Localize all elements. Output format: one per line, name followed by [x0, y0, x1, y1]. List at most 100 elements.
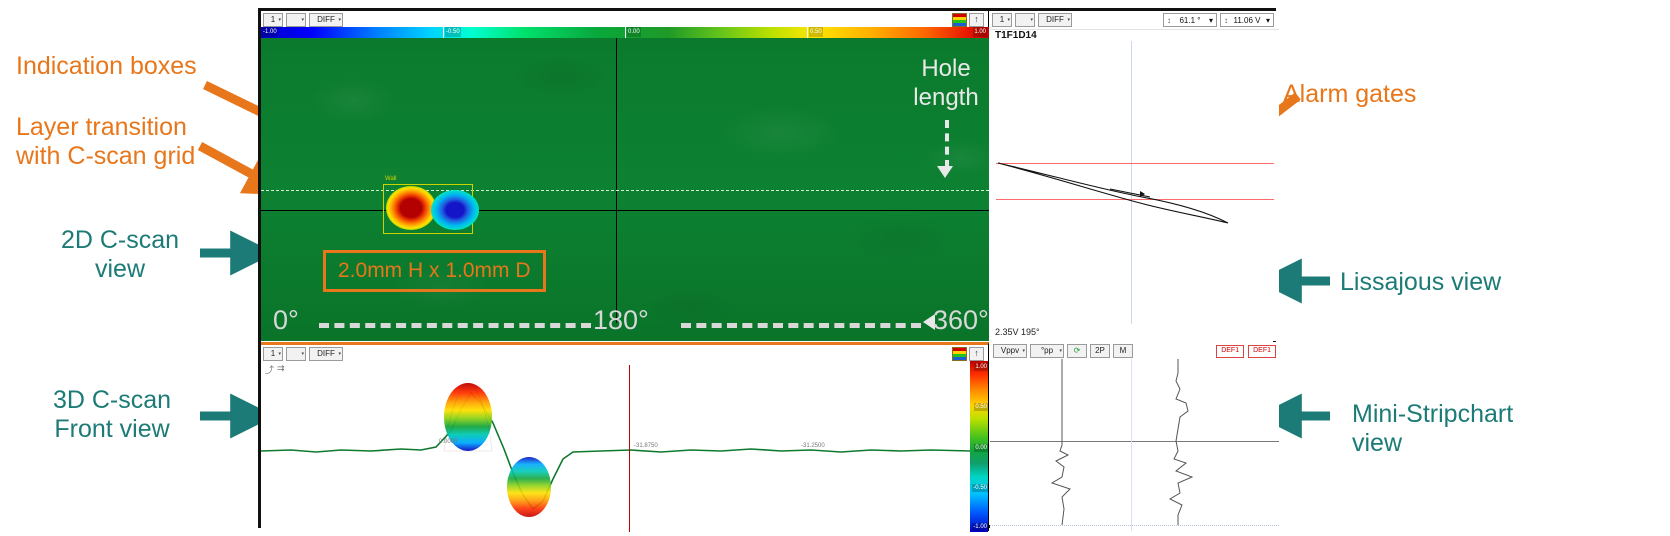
- chevron-down-icon: ▾: [278, 351, 281, 357]
- cscan3d-scale-mid: 0.00: [974, 444, 988, 452]
- cscan2d-mode-select[interactable]: DIFF ▾: [309, 13, 343, 27]
- cscan2d-channel-select[interactable]: 1 ▾: [263, 13, 283, 27]
- colorbar-tick: [807, 27, 808, 38]
- axis-label-end: 360°: [933, 305, 989, 335]
- layer-transition-line: [261, 190, 989, 191]
- cscan3d-scale-max: 1.00: [974, 363, 988, 371]
- cursor-vertical[interactable]: [616, 38, 617, 323]
- colorbar-label-max: 1.00: [973, 27, 987, 37]
- annotation-stripchart-view: Mini-Stripchart view: [1352, 400, 1514, 457]
- colorbar-tick: [625, 27, 626, 38]
- annotation-lissajous-view: Lissajous view: [1340, 268, 1502, 296]
- defect-badge-1[interactable]: DEF1: [1216, 344, 1245, 358]
- annotation-3d-cscan-view: 3D C-scan Front view: [52, 386, 172, 443]
- cscan2d-channel-label: 1: [270, 15, 276, 24]
- chevron-down-icon: ▾: [338, 351, 341, 357]
- chevron-down-icon: ▾: [1067, 17, 1070, 23]
- panel-2d-cscan: 1 ▾ ▾ DIFF ▾ ↑ -1.00 -0.50 0.00 0.50 1.00: [261, 11, 989, 341]
- lissajous-secondary-select[interactable]: ▾: [1015, 13, 1035, 27]
- lissajous-plot[interactable]: [990, 41, 1279, 324]
- cscan2d-secondary-select[interactable]: ▾: [286, 13, 306, 27]
- hole-length-arrow-head: [937, 166, 953, 178]
- lissajous-channel-id: T1F1D14: [995, 30, 1037, 41]
- lissajous-channel-label: 1: [999, 15, 1005, 24]
- annotation-indication-boxes: Indication boxes: [16, 52, 197, 80]
- chevron-down-icon: ▾: [1059, 348, 1062, 354]
- lissajous-channel-select[interactable]: 1 ▾: [992, 13, 1012, 27]
- chevron-down-icon: ▾: [1022, 348, 1025, 354]
- colorbar-label-q1: -0.50: [445, 27, 461, 37]
- colorbar-label-min: -1.00: [262, 27, 278, 37]
- axis-label-middle: 180°: [593, 305, 649, 335]
- colorbar-label-q3: 0.50: [809, 27, 823, 37]
- cscan3d-mode-select[interactable]: DIFF ▾: [309, 347, 343, 361]
- stripchart-phase-button[interactable]: °pp ▾: [1030, 344, 1064, 358]
- lissajous-toolbar: 1 ▾ ▾ DIFF ▾ ↕ 61.1 ° ▾ ↕ 11.06 V ▾: [990, 11, 1279, 30]
- defect-badge-2[interactable]: DEF1: [1248, 344, 1276, 358]
- colorbar-label-mid: 0.00: [627, 27, 641, 37]
- chevron-down-icon: ▾: [1208, 15, 1213, 25]
- cscan3d-scale-min: -1.00: [972, 523, 988, 531]
- lissajous-mode-select[interactable]: DIFF ▾: [1038, 13, 1072, 27]
- chevron-down-icon: ▾: [301, 17, 304, 23]
- axis-dash-right: [681, 323, 921, 328]
- stripchart-vpp-label: Vppv: [1000, 346, 1020, 355]
- cscan3d-channel-label: 1: [270, 349, 276, 358]
- cscan3d-surface: [261, 382, 971, 517]
- axis-dash-left: [319, 323, 591, 328]
- hole-length-label: Hole length: [913, 55, 979, 111]
- hole-length-dashes: [945, 120, 949, 168]
- palette-icon[interactable]: [952, 13, 967, 27]
- colorbar-tick: [443, 27, 444, 38]
- chevron-down-icon: ▾: [1265, 15, 1270, 25]
- lissajous-gain-value: 11.06 V: [1233, 15, 1261, 25]
- cscan3d-scene[interactable]: ⤴ ⇉ 0.0000 -31.8750 -31.2500: [261, 361, 971, 532]
- defect-blob-positive: [386, 186, 436, 230]
- lissajous-mode-label: DIFF: [1046, 15, 1064, 24]
- rotate-icon: ↕: [1167, 15, 1171, 25]
- panel-3d-cscan-front: 1 ▾ ▾ DIFF ▾ ↑ ⤴ ⇉ 0.0000 -31.8750 -31.2…: [261, 342, 989, 532]
- scene-text-0: 0.0000: [439, 439, 458, 445]
- gain-icon: ↕: [1224, 15, 1228, 25]
- scene-text-1: -31.8750: [634, 443, 658, 449]
- cscan3d-scale-q1: -0.50: [972, 484, 988, 492]
- annotation-alarm-gates: Alarm gates: [1283, 80, 1417, 108]
- stripchart-vpp-button[interactable]: Vppv ▾: [993, 344, 1027, 358]
- cscan3d-scale-q3: 0.50: [974, 403, 988, 411]
- lissajous-angle-value: 61.1 °: [1179, 15, 1201, 25]
- panel-mini-stripchart: Vppv ▾ °pp ▾ ⟳ 2P M DEF1 DEF1: [990, 342, 1279, 531]
- palette-icon[interactable]: [952, 347, 967, 361]
- stripchart-m-button[interactable]: M: [1113, 344, 1133, 358]
- axis-label-start: 0°: [273, 305, 299, 335]
- arrow-up-icon[interactable]: ↑: [969, 13, 984, 27]
- cursor-horizontal[interactable]: [261, 210, 989, 211]
- cscan3d-red-cursor[interactable]: [629, 365, 630, 532]
- lissajous-measurement: 2.35V 195°: [995, 327, 1040, 337]
- panel-lissajous: 1 ▾ ▾ DIFF ▾ ↕ 61.1 ° ▾ ↕ 11.06 V ▾ T1F1…: [990, 11, 1279, 341]
- measurement-callout: 2.0mm H x 1.0mm D: [323, 250, 546, 292]
- chevron-down-icon: ▾: [301, 351, 304, 357]
- chevron-down-icon: ▾: [278, 17, 281, 23]
- stripchart-phase-label: °pp: [1040, 346, 1054, 355]
- chevron-down-icon: ▾: [1030, 17, 1033, 23]
- lissajous-gain-readout[interactable]: ↕ 11.06 V ▾: [1220, 13, 1274, 27]
- stripchart-traces: [1050, 359, 1194, 526]
- stripchart-2p-button[interactable]: 2P: [1090, 344, 1110, 358]
- lissajous-angle-readout[interactable]: ↕ 61.1 ° ▾: [1163, 13, 1217, 27]
- cscan3d-channel-select[interactable]: 1 ▾: [263, 347, 283, 361]
- annotation-2d-cscan-view: 2D C-scan view: [60, 226, 180, 283]
- scene-text-2: -31.2500: [801, 443, 825, 449]
- instrument-screen: 1 ▾ ▾ DIFF ▾ ↑ -1.00 -0.50 0.00 0.50 1.00: [258, 8, 1279, 532]
- cscan2d-image[interactable]: Wall 2.0mm H x 1.0mm D 0° 180° 360° Hole…: [261, 38, 989, 341]
- chevron-down-icon: ▾: [338, 17, 341, 23]
- defect-blob-negative: [431, 190, 479, 230]
- indication-box-tag: Wall: [385, 176, 397, 182]
- stripchart-plot[interactable]: [990, 359, 1279, 531]
- arrow-up-icon[interactable]: ↑: [969, 347, 984, 361]
- cscan3d-secondary-select[interactable]: ▾: [286, 347, 306, 361]
- lissajous-trace: [997, 162, 1229, 224]
- stripchart-m-label: M: [1119, 346, 1127, 355]
- cscan2d-mode-label: DIFF: [317, 15, 335, 24]
- annotation-layer-transition: Layer transition with C-scan grid: [16, 113, 196, 170]
- stripchart-refresh-button[interactable]: ⟳: [1067, 344, 1087, 358]
